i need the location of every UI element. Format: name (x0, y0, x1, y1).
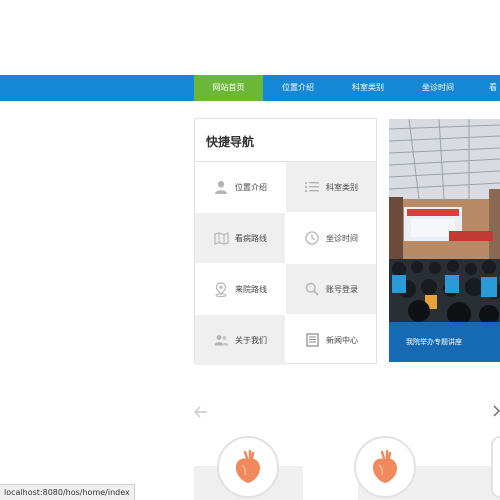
quick-nav-schedule[interactable]: 坐诊时间 (286, 213, 376, 263)
location-pin-icon (213, 281, 229, 297)
department-heart-icon-wrap[interactable] (217, 436, 279, 498)
nav-item-location[interactable]: 位置介绍 (263, 75, 333, 101)
group-icon (213, 332, 229, 348)
heart-icon (372, 449, 397, 483)
quick-nav-login[interactable]: 账号登录 (286, 264, 376, 314)
quick-nav-panel: 快捷导航 位置介绍 科室类别 看病路线 坐诊时间 来院路线 账号登录 关于我们 … (194, 118, 377, 365)
status-bar-url: localhost:8080/hos/home/index (0, 484, 135, 500)
department-heart-icon-wrap[interactable] (354, 436, 416, 498)
quick-nav-location[interactable]: 位置介绍 (195, 162, 285, 212)
department-heart-icon-wrap[interactable] (491, 436, 500, 498)
quick-nav-label: 新闻中心 (326, 335, 358, 345)
quick-nav-label: 位置介绍 (235, 182, 267, 192)
user-icon (213, 179, 229, 195)
heart-icon (235, 449, 260, 483)
nav-item-route[interactable]: 看 (486, 75, 500, 101)
list-icon (304, 179, 320, 195)
clock-icon (304, 230, 320, 246)
next-arrow-icon[interactable] (492, 402, 500, 420)
quick-nav-label: 科室类别 (326, 182, 358, 192)
news-icon (304, 332, 320, 348)
quick-nav-label: 看病路线 (235, 233, 267, 243)
slider-caption: 我院举办专题讲座 (406, 338, 462, 346)
search-icon (304, 281, 320, 297)
quick-nav-label: 账号登录 (326, 284, 358, 294)
quick-nav-label: 来院路线 (235, 284, 267, 294)
quick-nav-departments[interactable]: 科室类别 (286, 162, 376, 212)
prev-arrow-icon[interactable] (193, 404, 209, 420)
nav-item-schedule[interactable]: 坐诊时间 (403, 75, 473, 101)
news-slider[interactable]: 我院举办专题讲座 (389, 119, 500, 362)
slider-caption-bar: 我院举办专题讲座 (389, 322, 500, 362)
quick-nav-about[interactable]: 关于我们 (195, 315, 285, 365)
quick-nav-news[interactable]: 新闻中心 (286, 315, 376, 365)
nav-item-home[interactable]: 网站首页 (194, 75, 263, 101)
quick-nav-visit-route[interactable]: 看病路线 (195, 213, 285, 263)
quick-nav-label: 关于我们 (235, 335, 267, 345)
main-nav-bar: 网站首页 位置介绍 科室类别 坐诊时间 看 (0, 75, 500, 101)
header-blank-area (0, 0, 500, 75)
quick-nav-label: 坐诊时间 (326, 233, 358, 243)
nav-item-departments[interactable]: 科室类别 (333, 75, 403, 101)
quick-nav-directions[interactable]: 来院路线 (195, 264, 285, 314)
map-icon (213, 230, 229, 246)
quick-nav-title: 快捷导航 (206, 135, 255, 149)
